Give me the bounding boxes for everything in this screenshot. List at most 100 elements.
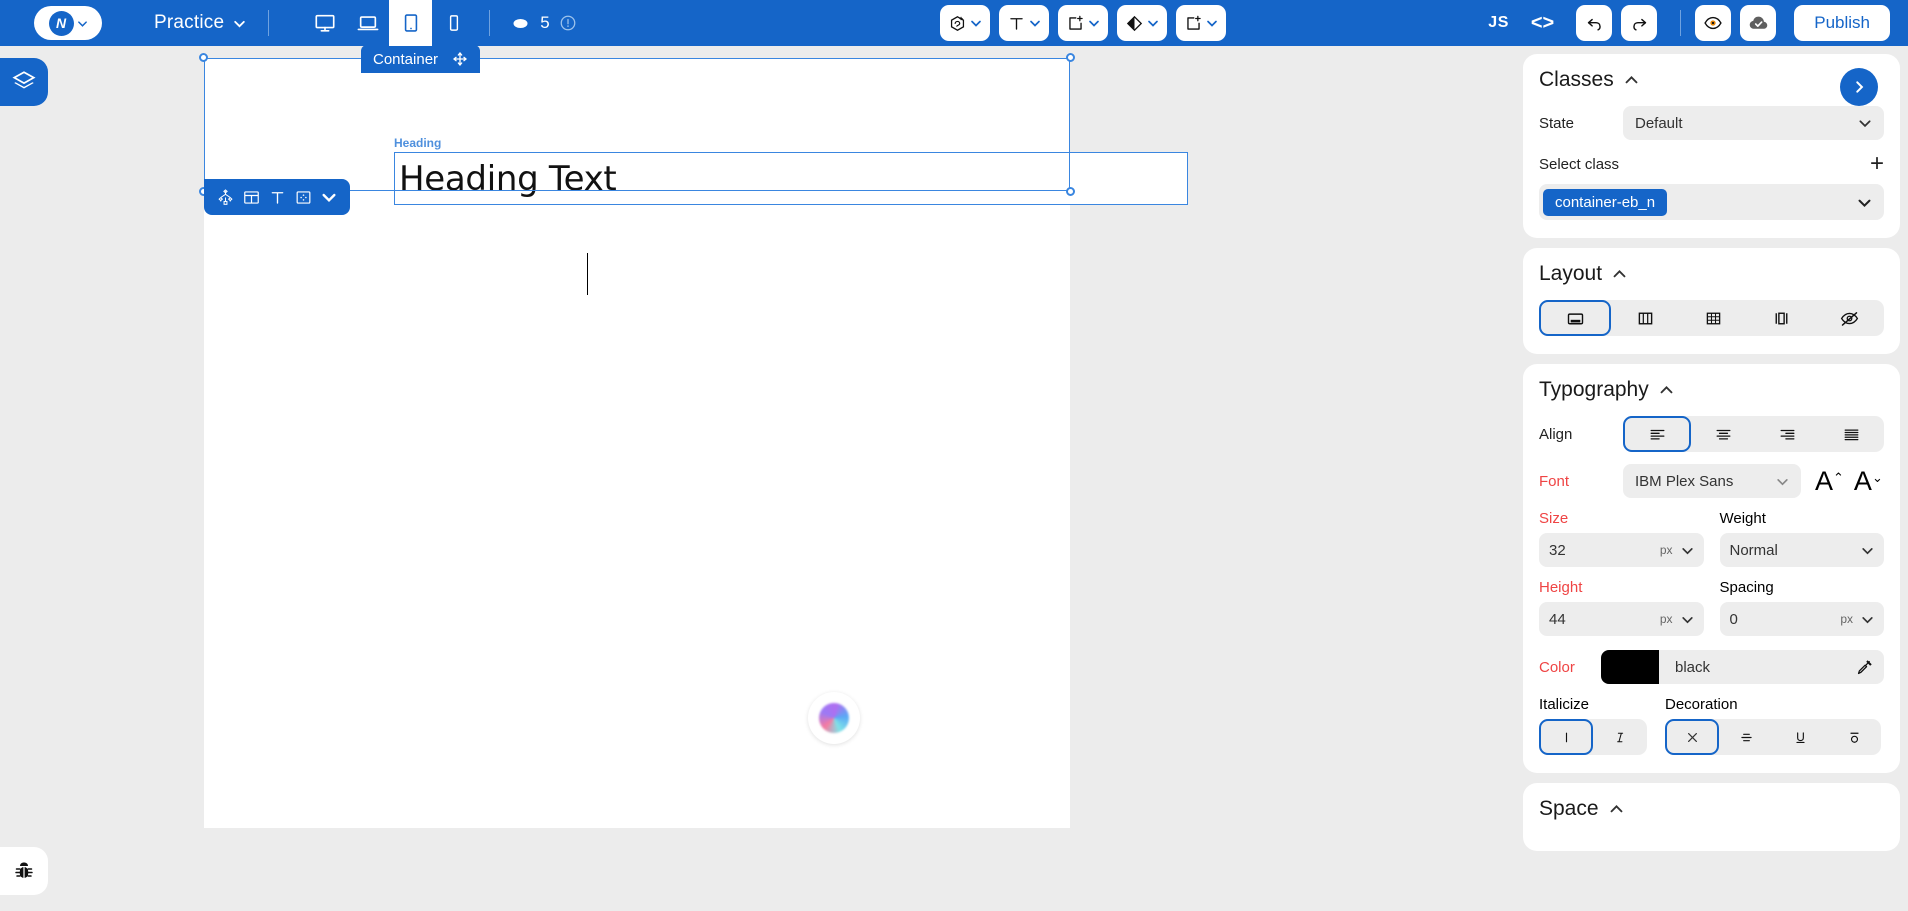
typography-section: Typography Align Font IBM Plex Sans A⌃ A… xyxy=(1523,364,1900,773)
color-value: black xyxy=(1675,658,1711,676)
project-name-dropdown[interactable]: Practice xyxy=(154,12,246,34)
chevron-down-icon[interactable] xyxy=(1681,544,1694,557)
font-size-up-icon[interactable]: A⌃ xyxy=(1815,466,1844,497)
decoration-group: Decoration xyxy=(1665,696,1881,755)
text-T-icon[interactable] xyxy=(266,186,288,208)
state-select[interactable]: Default xyxy=(1623,106,1884,140)
save-cloud-button[interactable] xyxy=(1740,5,1777,41)
code-brackets-icon[interactable]: <> xyxy=(1531,12,1554,35)
layout-mode-none[interactable] xyxy=(1816,300,1884,336)
info-circle-icon[interactable] xyxy=(559,14,577,32)
text-add-button[interactable] xyxy=(999,5,1049,41)
align-left-button[interactable] xyxy=(1623,416,1692,452)
italic-off-button[interactable] xyxy=(1539,719,1593,755)
layout-mode-grid[interactable] xyxy=(1679,300,1747,336)
expand-panel-button[interactable] xyxy=(1840,68,1878,106)
color-label: Color xyxy=(1539,658,1575,676)
publish-button[interactable]: Publish xyxy=(1794,5,1890,41)
device-tablet-button[interactable] xyxy=(389,0,433,46)
debug-button[interactable] xyxy=(0,847,48,895)
js-toggle-button[interactable]: JS xyxy=(1488,14,1509,32)
underline-button[interactable] xyxy=(1773,719,1827,755)
font-value: IBM Plex Sans xyxy=(1635,472,1734,490)
chevron-up-icon[interactable] xyxy=(1609,802,1624,817)
move-cross-icon[interactable] xyxy=(452,51,468,67)
undo-button[interactable] xyxy=(1576,5,1613,41)
color-swatch[interactable] xyxy=(1601,650,1659,684)
layout-header: Layout xyxy=(1539,262,1884,286)
size-unit: px xyxy=(1659,543,1673,557)
layout-mode-group xyxy=(1539,300,1884,336)
redo-button[interactable] xyxy=(1621,5,1658,41)
align-justify-button[interactable] xyxy=(1820,416,1884,452)
chevron-down-icon[interactable] xyxy=(1861,544,1874,557)
color-picker[interactable]: black xyxy=(1601,650,1884,684)
component-add-button[interactable] xyxy=(1176,5,1226,41)
chevron-down-icon[interactable] xyxy=(318,186,340,208)
letter-spacing-input[interactable]: 0 px xyxy=(1719,602,1884,636)
preview-button[interactable] xyxy=(1695,5,1732,41)
device-desktop-button[interactable] xyxy=(303,0,346,46)
chevron-down-icon[interactable] xyxy=(1681,613,1694,626)
diamond-half-icon xyxy=(1126,15,1143,31)
italicize-group: Italicize xyxy=(1539,696,1647,755)
ai-assistant-button[interactable] xyxy=(808,692,860,744)
size-input[interactable]: 32 px xyxy=(1539,533,1704,567)
layers-panel-button[interactable] xyxy=(0,58,48,106)
select-class-row: Select class + xyxy=(1539,152,1884,176)
properties-panel[interactable]: Classes State Default Select class + con… xyxy=(1515,46,1908,911)
app-logo-button[interactable]: N xyxy=(34,6,102,40)
italic-on-button[interactable] xyxy=(1593,719,1647,755)
chevron-up-icon[interactable] xyxy=(1612,267,1627,282)
chevron-down-icon[interactable] xyxy=(1857,195,1872,210)
device-laptop-button[interactable] xyxy=(346,0,389,46)
overline-o-icon xyxy=(1849,732,1859,743)
align-center-button[interactable] xyxy=(1691,416,1755,452)
weight-select[interactable]: Normal xyxy=(1719,533,1884,567)
text-caret xyxy=(587,253,588,295)
spacing-label: Spacing xyxy=(1719,579,1774,596)
font-size-down-icon[interactable]: A⌄ xyxy=(1854,466,1883,497)
media-add-button[interactable] xyxy=(1117,5,1167,41)
chevron-down-icon xyxy=(234,20,245,28)
class-chip[interactable]: container-eb_n xyxy=(1543,188,1668,216)
design-canvas[interactable]: Heading Heading Text Container xyxy=(48,46,1515,911)
line-through-button[interactable] xyxy=(1719,719,1773,755)
state-value: Default xyxy=(1635,114,1683,132)
italic-I-icon xyxy=(1616,732,1623,742)
layout-mode-inline-flex[interactable] xyxy=(1748,300,1816,336)
overline-button[interactable] xyxy=(1827,719,1881,755)
resize-handle-top-left[interactable] xyxy=(199,53,208,62)
plus-icon[interactable]: + xyxy=(1870,152,1884,176)
element-context-toolbar xyxy=(204,179,350,215)
insert-tools-group xyxy=(940,5,1226,41)
weight-value: Normal xyxy=(1729,541,1778,559)
element-plus-button[interactable] xyxy=(940,5,990,41)
layout-columns-icon[interactable] xyxy=(240,186,262,208)
container-add-button[interactable] xyxy=(1058,5,1108,41)
text-T-icon xyxy=(1010,17,1023,30)
decoration-none-button[interactable] xyxy=(1665,719,1719,755)
resize-handle-top-right[interactable] xyxy=(1066,53,1075,62)
dotted-box-icon[interactable] xyxy=(292,186,314,208)
align-justify-icon xyxy=(1844,429,1859,440)
device-mobile-button[interactable] xyxy=(432,0,475,46)
node-tree-icon[interactable] xyxy=(214,186,236,208)
chevron-up-icon[interactable] xyxy=(1659,383,1674,398)
chevron-down-icon[interactable] xyxy=(77,18,88,29)
font-select[interactable]: IBM Plex Sans xyxy=(1623,464,1801,498)
chevron-down-icon[interactable] xyxy=(1861,613,1874,626)
eyedropper-icon[interactable] xyxy=(1855,658,1874,677)
font-label: Font xyxy=(1539,472,1570,490)
line-height-input[interactable]: 44 px xyxy=(1539,602,1704,636)
chevron-up-icon[interactable] xyxy=(1624,73,1639,88)
class-selector[interactable]: container-eb_n xyxy=(1539,184,1884,220)
pages-counter[interactable]: 5 xyxy=(510,13,576,34)
layout-section: Layout xyxy=(1523,248,1900,354)
resize-handle-bottom-right[interactable] xyxy=(1066,187,1075,196)
layout-mode-block[interactable] xyxy=(1539,300,1612,336)
layout-mode-flex[interactable] xyxy=(1611,300,1679,336)
selection-tag[interactable]: Container xyxy=(361,46,481,73)
align-right-button[interactable] xyxy=(1756,416,1820,452)
state-row: State Default xyxy=(1539,106,1884,140)
